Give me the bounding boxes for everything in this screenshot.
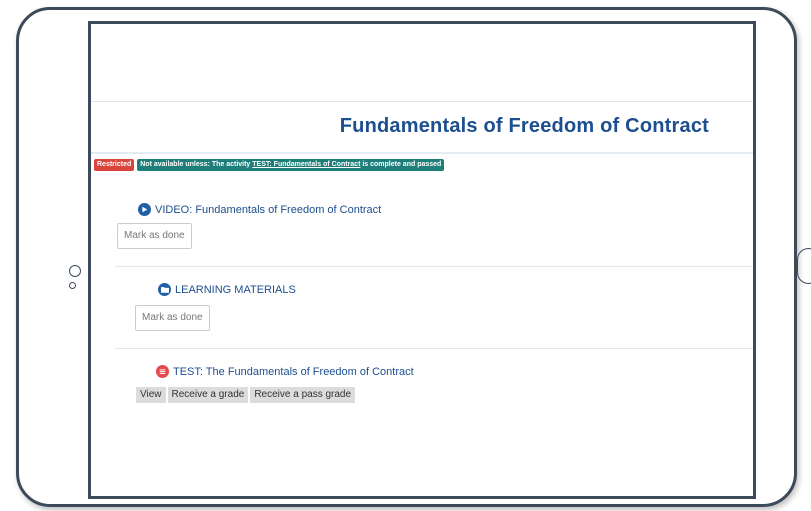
tablet-screen: Fundamentals of Freedom of Contract Rest…: [88, 21, 756, 499]
restriction-info: Restricted Not available unless: The act…: [94, 159, 445, 171]
home-button[interactable]: [797, 248, 811, 284]
completion-conditions: View Receive a grade Receive a pass grad…: [136, 387, 356, 403]
condition-view: View: [136, 387, 166, 403]
camera-icon: [69, 265, 81, 277]
activity-test[interactable]: TEST: The Fundamentals of Freedom of Con…: [156, 365, 414, 378]
availability-link[interactable]: TEST: Fundamentals of Contract: [252, 161, 360, 168]
condition-receive-pass-grade: Receive a pass grade: [250, 387, 356, 403]
page-title: Fundamentals of Freedom of Contract: [339, 115, 709, 137]
activity-learning-materials-link[interactable]: LEARNING MATERIALS: [175, 284, 296, 296]
availability-text: Not available unless: The activity: [140, 161, 253, 168]
activity-video-link[interactable]: VIDEO: Fundamentals of Freedom of Contra…: [155, 204, 381, 216]
activity-video[interactable]: VIDEO: Fundamentals of Freedom of Contra…: [138, 203, 381, 216]
activity-test-link[interactable]: TEST: The Fundamentals of Freedom of Con…: [173, 366, 414, 378]
quiz-icon: [156, 365, 169, 378]
activity-learning-materials[interactable]: LEARNING MATERIALS: [158, 283, 296, 296]
video-icon: [138, 203, 151, 216]
mark-as-done-button[interactable]: Mark as done: [135, 305, 210, 331]
divider: [115, 348, 753, 349]
mark-as-done-button[interactable]: Mark as done: [117, 223, 192, 249]
folder-icon: [158, 283, 171, 296]
sensor-icon: [69, 282, 76, 289]
divider: [115, 266, 753, 267]
restricted-badge: Restricted: [94, 159, 135, 171]
condition-receive-grade: Receive a grade: [167, 387, 249, 403]
availability-badge: Not available unless: The activity TEST:…: [137, 159, 445, 171]
availability-text-end: is complete and passed: [360, 161, 442, 168]
